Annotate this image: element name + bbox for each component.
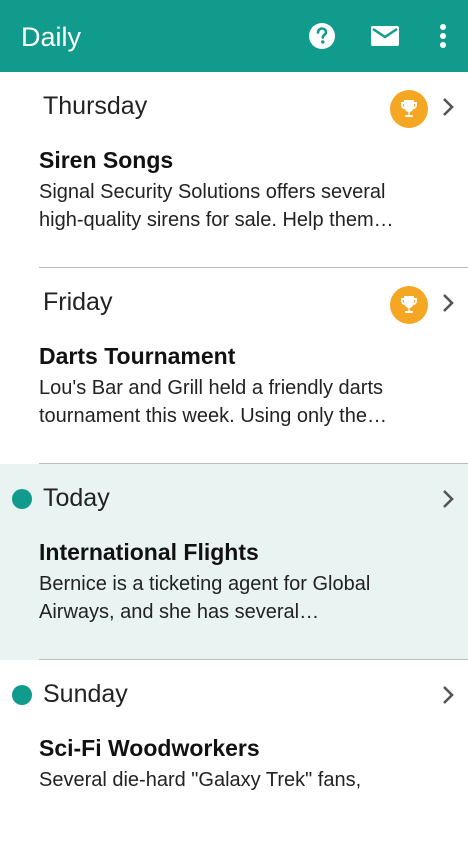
day-label: Friday [43,288,113,316]
list-item[interactable]: Thursday Siren Songs Signal Security Sol… [0,72,468,268]
snippet-line: Several die-hard "Galaxy Trek" fans, [39,769,362,791]
day-label: Thursday [43,92,148,120]
trophy-icon [390,286,428,324]
daily-list: Thursday Siren Songs Signal Security Sol… [0,72,468,856]
item-snippet: Bernice is a ticketing agent for Global … [39,570,459,626]
item-snippet: Several die-hard "Galaxy Trek" fans, [39,766,459,794]
app-title: Daily [21,22,82,52]
new-indicator-dot [12,685,32,705]
item-title: Sci-Fi Woodworkers [39,735,260,761]
chevron-right-icon[interactable] [441,292,455,319]
help-icon[interactable] [306,20,338,52]
day-label: Today [43,484,110,512]
snippet-line: Lou's Bar and Grill held a friendly dart… [39,377,383,399]
list-item[interactable]: Sunday Sci-Fi Woodworkers Several die-ha… [0,660,468,856]
item-title: Siren Songs [39,147,174,173]
app-bar: Daily [0,0,468,72]
item-title: International Flights [39,539,259,565]
item-title: Darts Tournament [39,343,236,369]
trophy-icon [390,90,428,128]
list-item-today[interactable]: Today International Flights Bernice is a… [0,464,468,660]
snippet-line: high-quality sirens for sale. Help them… [39,209,394,231]
mail-icon[interactable] [369,20,401,52]
day-label: Sunday [43,680,128,708]
more-vert-icon[interactable] [427,20,459,52]
new-indicator-dot [12,489,32,509]
snippet-line: Signal Security Solutions offers several [39,181,386,203]
list-item[interactable]: Friday Darts Tournament Lou's Bar and Gr… [0,268,468,464]
chevron-right-icon[interactable] [441,684,455,711]
chevron-right-icon[interactable] [441,488,455,515]
chevron-right-icon[interactable] [441,96,455,123]
snippet-line: tournament this week. Using only the… [39,405,387,427]
snippet-line: Airways, and she has several… [39,601,320,623]
item-snippet: Signal Security Solutions offers several… [39,178,459,234]
snippet-line: Bernice is a ticketing agent for Global [39,573,371,595]
item-snippet: Lou's Bar and Grill held a friendly dart… [39,374,459,430]
